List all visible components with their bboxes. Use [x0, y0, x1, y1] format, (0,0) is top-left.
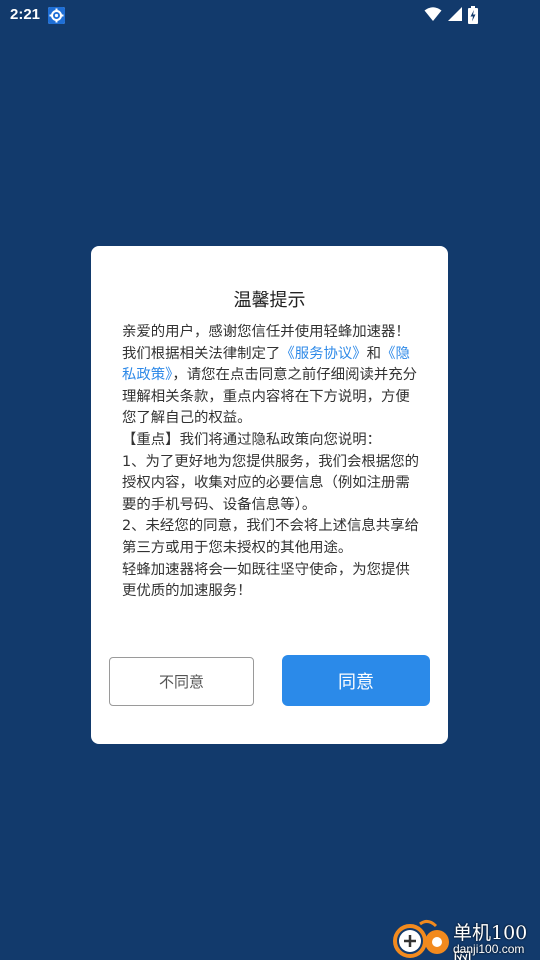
intro-text: 亲爱的用户，感谢您信任并使用轻蜂加速器！ [122, 324, 410, 340]
agree-button[interactable]: 同意 [282, 655, 430, 706]
watermark-logo-icon [393, 919, 449, 958]
watermark: 单机100网 danji100.com [390, 918, 540, 960]
watermark-url: danji100.com [453, 942, 525, 956]
battery-charging-icon [468, 6, 478, 28]
status-time: 2:21 [10, 6, 41, 23]
wifi-icon [424, 6, 442, 26]
law-prefix: 我们根据相关法律制定了 [122, 345, 281, 362]
service-agreement-link[interactable]: 《服务协议》 [280, 346, 366, 362]
key-points-text: 【重点】我们将通过隐私政策向您说明： [122, 431, 382, 448]
settings-app-icon [48, 7, 65, 24]
signal-icon [446, 6, 463, 26]
point-2-text: 2、未经您的同意，我们不会将上述信息共享给第三方或用于您未授权的其他用途。 [122, 518, 419, 556]
consent-dialog: 温馨提示 亲爱的用户，感谢您信任并使用轻蜂加速器！ 我们根据相关法律制定了《服务… [91, 246, 448, 744]
point-1-text: 1、为了更好地为您提供服务，我们会根据您的授权内容，收集对应的必要信息（例如注册… [122, 453, 419, 513]
dialog-title: 温馨提示 [233, 290, 306, 311]
and-text: 和 [366, 345, 382, 362]
screen: 2:21 温馨提示 亲爱的用户，感谢您信任并使用轻蜂加速器！ 我们根据相关法律制… [0, 0, 540, 960]
law-paragraph: 我们根据相关法律制定了《服务协议》和《隐私政策》，请您在点击同意之前仔细阅读并充… [122, 344, 422, 430]
disagree-button[interactable]: 不同意 [109, 657, 254, 706]
status-bar: 2:21 [0, 0, 540, 30]
dialog-body: 亲爱的用户，感谢您信任并使用轻蜂加速器！ 我们根据相关法律制定了《服务协议》和《… [122, 322, 422, 603]
closing-text: 轻蜂加速器将会一如既往坚守使命，为您提供更优质的加速服务！ [122, 561, 410, 600]
